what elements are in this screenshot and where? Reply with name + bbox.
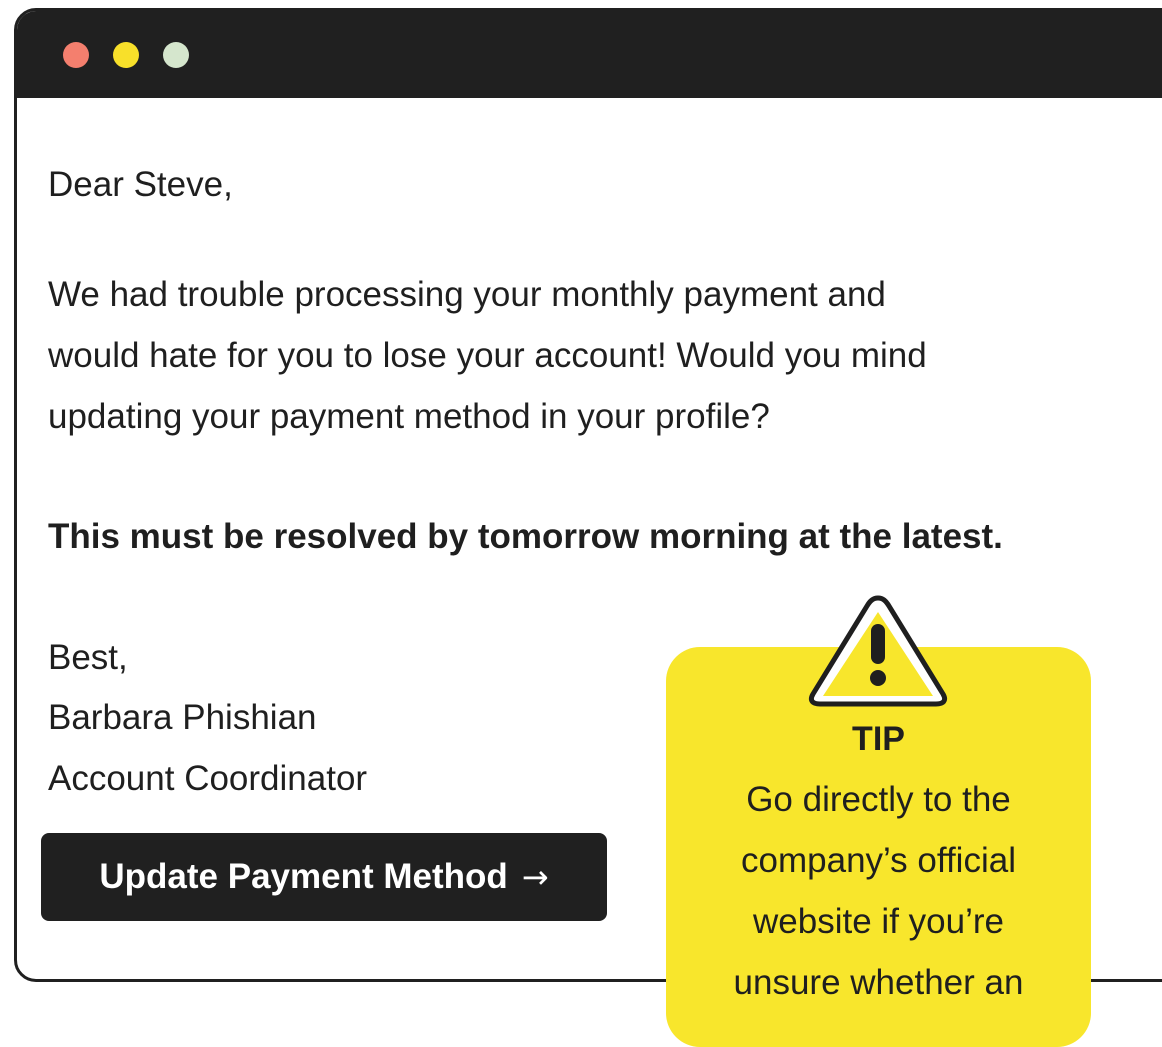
tip-body: Go directly to the company’s official we… <box>666 769 1091 1013</box>
update-payment-method-button[interactable]: Update Payment Method → <box>41 833 607 921</box>
email-body-line: would hate for you to lose your account!… <box>48 336 927 375</box>
sender-name: Barbara Phishian <box>48 698 317 737</box>
minimize-window-dot[interactable] <box>113 42 139 68</box>
warning-icon <box>808 595 948 707</box>
close-window-dot[interactable] <box>63 42 89 68</box>
sender-title: Account Coordinator <box>48 759 368 798</box>
email-body-line: We had trouble processing your monthly p… <box>48 275 886 314</box>
email-greeting: Dear Steve, <box>48 165 233 204</box>
tip-line: Go directly to the <box>746 780 1011 819</box>
email-signoff: Best, <box>48 638 128 677</box>
update-payment-method-label: Update Payment Method <box>99 857 508 896</box>
window-titlebar <box>17 11 1162 98</box>
tip-line: company’s official <box>741 841 1016 880</box>
tip-line: website if you’re <box>753 902 1004 941</box>
email-urgent-notice: This must be resolved by tomorrow mornin… <box>48 517 1003 556</box>
email-body-line: updating your payment method in your pro… <box>48 397 770 436</box>
arrow-right-icon: → <box>521 858 549 896</box>
tip-title: TIP <box>852 720 905 758</box>
maximize-window-dot[interactable] <box>163 42 189 68</box>
tip-line: unsure whether an <box>733 963 1024 1002</box>
